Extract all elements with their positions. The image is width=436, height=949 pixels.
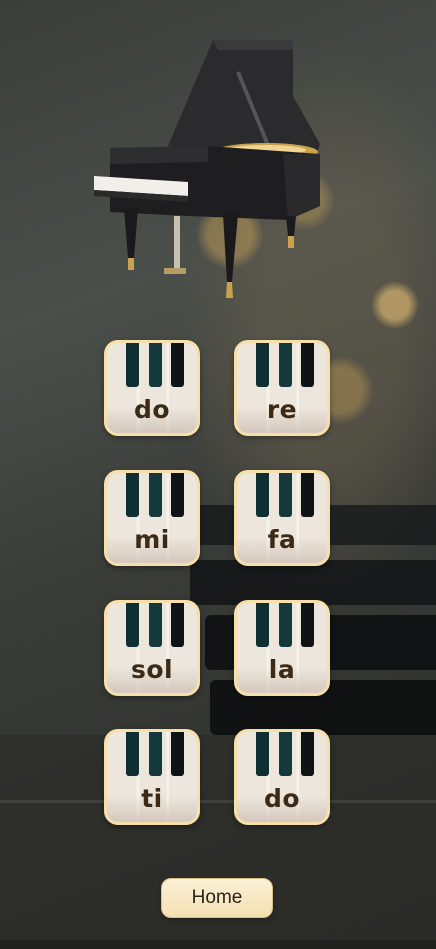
black-key: [279, 343, 292, 387]
black-key: [149, 603, 162, 647]
note-label: sol: [130, 655, 174, 684]
note-button-do[interactable]: do: [104, 340, 200, 436]
black-key: [126, 603, 139, 647]
black-key: [279, 603, 292, 647]
black-key: [171, 473, 184, 517]
black-key: [126, 343, 139, 387]
home-button[interactable]: Home: [161, 878, 273, 918]
note-button-la[interactable]: la: [234, 600, 330, 696]
black-key: [256, 732, 269, 776]
note-label: fa: [267, 525, 297, 554]
black-key: [301, 473, 314, 517]
note-label: la: [268, 655, 296, 684]
black-key: [171, 732, 184, 776]
note-label: mi: [134, 525, 170, 554]
note-button-sol[interactable]: sol: [104, 600, 200, 696]
black-key: [301, 343, 314, 387]
black-key: [149, 473, 162, 517]
note-label: do: [133, 395, 171, 424]
note-label: do: [263, 784, 301, 813]
note-label: ti: [141, 784, 163, 813]
black-key: [149, 732, 162, 776]
note-label: re: [266, 395, 298, 424]
note-button-do-high[interactable]: do: [234, 729, 330, 825]
black-key: [171, 343, 184, 387]
black-key: [301, 603, 314, 647]
note-button-fa[interactable]: fa: [234, 470, 330, 566]
black-key: [126, 473, 139, 517]
black-key: [126, 732, 139, 776]
black-key: [256, 603, 269, 647]
note-button-mi[interactable]: mi: [104, 470, 200, 566]
black-key: [149, 343, 162, 387]
note-button-re[interactable]: re: [234, 340, 330, 436]
black-key: [301, 732, 314, 776]
black-key: [256, 473, 269, 517]
note-button-ti[interactable]: ti: [104, 729, 200, 825]
black-key: [279, 732, 292, 776]
black-key: [279, 473, 292, 517]
black-key: [171, 603, 184, 647]
grand-piano-illustration: [94, 40, 320, 298]
black-key: [256, 343, 269, 387]
